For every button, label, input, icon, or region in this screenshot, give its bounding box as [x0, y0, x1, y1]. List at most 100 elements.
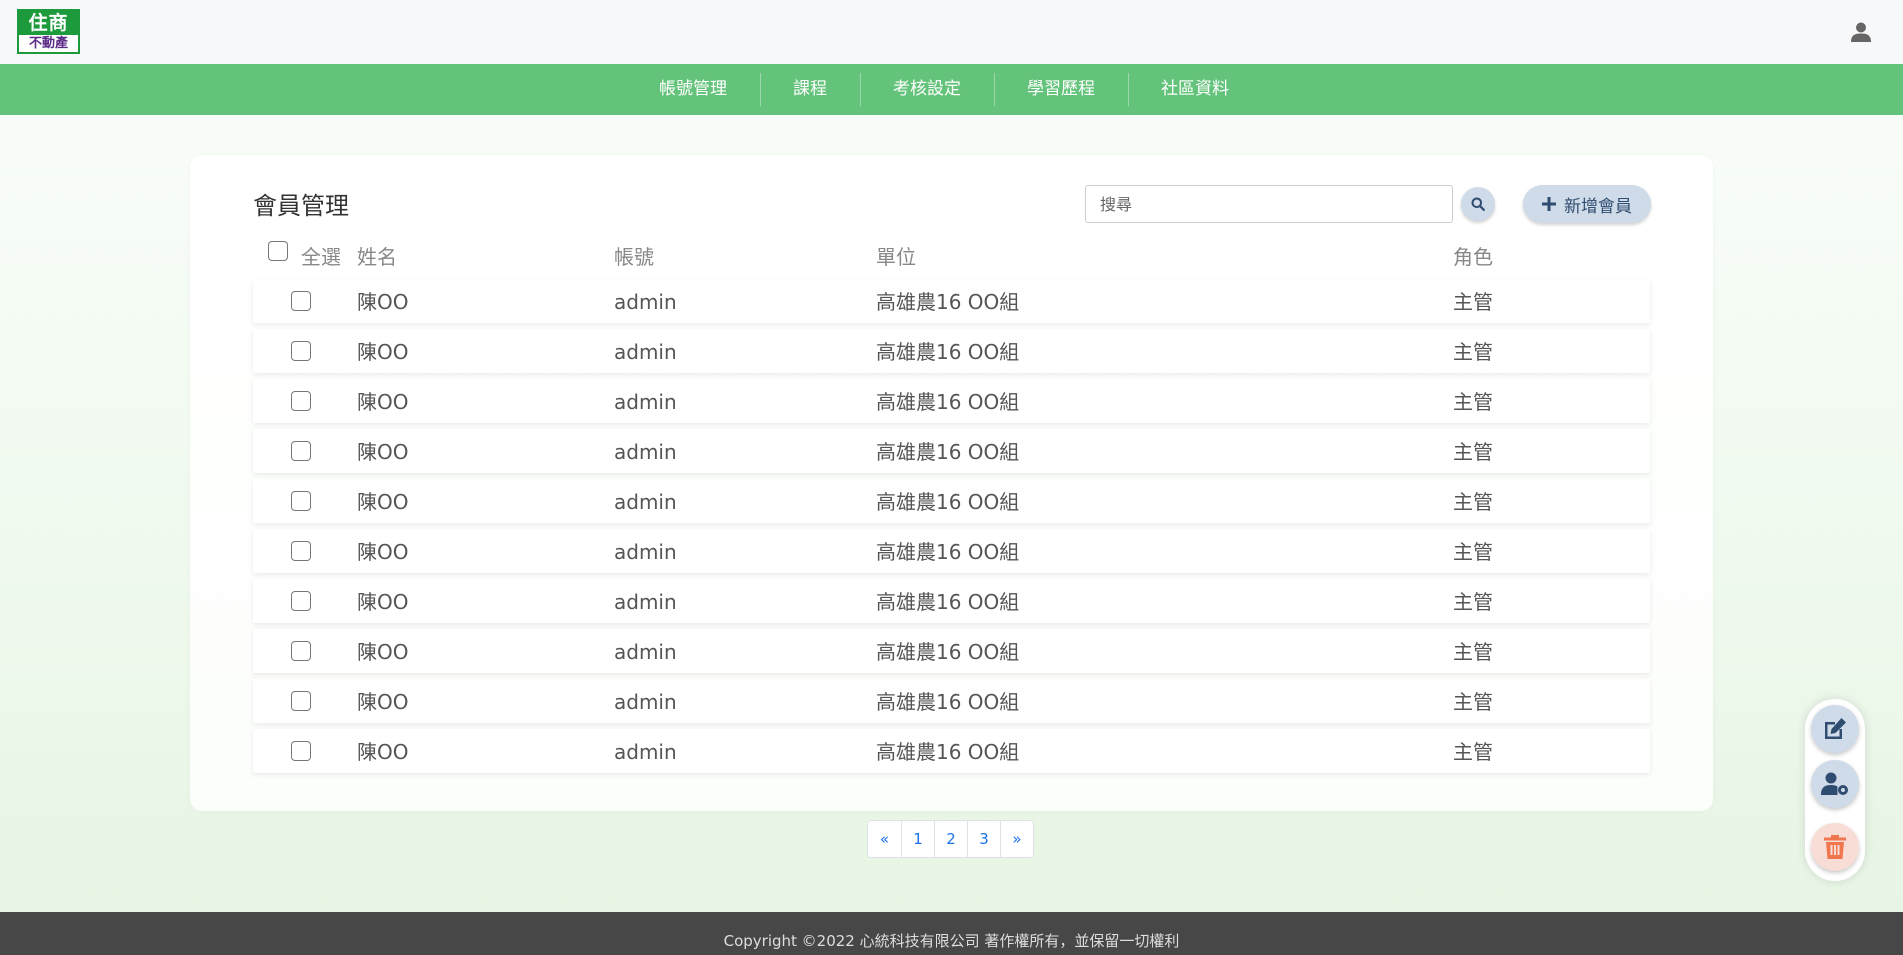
add-member-button[interactable]: 新增會員 [1523, 185, 1651, 223]
cell-name: 陳OO [357, 290, 409, 314]
cell-account: admin [614, 340, 677, 364]
logo-line2: 不動產 [28, 36, 68, 51]
nav-learning-history[interactable]: 學習歷程 [994, 64, 1128, 115]
pagination: « 1 2 3 » [867, 820, 1034, 858]
page-title: 會員管理 [253, 192, 349, 220]
table-row[interactable]: 陳OO admin 高雄農16 OO組 主管 [253, 479, 1650, 523]
cell-role: 主管 [1453, 590, 1493, 614]
table-row[interactable]: 陳OO admin 高雄農16 OO組 主管 [253, 379, 1650, 423]
row-checkbox[interactable] [291, 391, 311, 411]
header-unit: 單位 [876, 245, 916, 269]
cell-unit: 高雄農16 OO組 [876, 590, 1020, 614]
cell-unit: 高雄農16 OO組 [876, 290, 1020, 314]
header-account: 帳號 [614, 245, 654, 269]
search-input[interactable] [1085, 185, 1453, 223]
cell-account: admin [614, 690, 677, 714]
cell-unit: 高雄農16 OO組 [876, 490, 1020, 514]
edit-icon [1825, 718, 1846, 739]
table-row[interactable]: 陳OO admin 高雄農16 OO組 主管 [253, 679, 1650, 723]
cell-role: 主管 [1453, 390, 1493, 414]
trash-icon [1824, 835, 1846, 859]
cell-account: admin [614, 540, 677, 564]
row-checkbox[interactable] [291, 441, 311, 461]
cell-name: 陳OO [357, 390, 409, 414]
user-settings-button[interactable] [1811, 760, 1859, 808]
search-button[interactable] [1461, 187, 1495, 221]
cell-account: admin [614, 590, 677, 614]
edit-button[interactable] [1811, 705, 1859, 753]
cell-name: 陳OO [357, 490, 409, 514]
search-icon [1471, 197, 1485, 211]
table-row[interactable]: 陳OO admin 高雄農16 OO組 主管 [253, 529, 1650, 573]
nav-list: 帳號管理 課程 考核設定 學習歷程 社區資料 [626, 64, 1262, 115]
cell-name: 陳OO [357, 340, 409, 364]
cell-name: 陳OO [357, 540, 409, 564]
row-checkbox[interactable] [291, 541, 311, 561]
cell-role: 主管 [1453, 740, 1493, 764]
cell-unit: 高雄農16 OO組 [876, 740, 1020, 764]
nav-courses[interactable]: 課程 [760, 64, 860, 115]
cell-unit: 高雄農16 OO組 [876, 540, 1020, 564]
header-name: 姓名 [357, 245, 397, 269]
cell-unit: 高雄農16 OO組 [876, 440, 1020, 464]
main-navbar: 帳號管理 課程 考核設定 學習歷程 社區資料 [0, 64, 1903, 115]
cell-account: admin [614, 290, 677, 314]
table-row[interactable]: 陳OO admin 高雄農16 OO組 主管 [253, 279, 1650, 323]
cell-name: 陳OO [357, 640, 409, 664]
cell-role: 主管 [1453, 340, 1493, 364]
delete-button[interactable] [1811, 823, 1859, 871]
top-bar: 住商 不動產 [0, 0, 1903, 64]
cell-name: 陳OO [357, 590, 409, 614]
row-checkbox[interactable] [291, 641, 311, 661]
row-checkbox[interactable] [291, 691, 311, 711]
table-row[interactable]: 陳OO admin 高雄農16 OO組 主管 [253, 579, 1650, 623]
cell-role: 主管 [1453, 490, 1493, 514]
cell-unit: 高雄農16 OO組 [876, 690, 1020, 714]
nav-account-management[interactable]: 帳號管理 [626, 64, 760, 115]
header-role: 角色 [1453, 245, 1493, 269]
add-member-label: 新增會員 [1564, 196, 1632, 217]
cell-unit: 高雄農16 OO組 [876, 640, 1020, 664]
cell-role: 主管 [1453, 540, 1493, 564]
cell-unit: 高雄農16 OO組 [876, 340, 1020, 364]
select-all-label: 全選 [301, 245, 341, 269]
page-2[interactable]: 2 [934, 821, 967, 857]
page-1[interactable]: 1 [901, 821, 934, 857]
user-settings-icon [1821, 772, 1848, 795]
cell-name: 陳OO [357, 690, 409, 714]
footer: Copyright ©2022 心統科技有限公司 著作權所有，並保留一切權利 [0, 912, 1903, 955]
cell-name: 陳OO [357, 740, 409, 764]
footer-copyright: Copyright ©2022 心統科技有限公司 著作權所有，並保留一切權利 [723, 932, 1180, 950]
logo-line1: 住商 [19, 11, 78, 35]
cell-account: admin [614, 490, 677, 514]
cell-name: 陳OO [357, 440, 409, 464]
cell-unit: 高雄農16 OO組 [876, 390, 1020, 414]
page-next[interactable]: » [1000, 821, 1033, 857]
cell-account: admin [614, 740, 677, 764]
floating-action-panel [1805, 699, 1865, 881]
select-all-checkbox[interactable] [268, 241, 288, 261]
cell-role: 主管 [1453, 640, 1493, 664]
row-checkbox[interactable] [291, 591, 311, 611]
cell-account: admin [614, 390, 677, 414]
table-row[interactable]: 陳OO admin 高雄農16 OO組 主管 [253, 329, 1650, 373]
user-icon[interactable] [1850, 21, 1872, 43]
cell-role: 主管 [1453, 690, 1493, 714]
table-row[interactable]: 陳OO admin 高雄農16 OO組 主管 [253, 729, 1650, 773]
cell-role: 主管 [1453, 440, 1493, 464]
row-checkbox[interactable] [291, 491, 311, 511]
row-checkbox[interactable] [291, 291, 311, 311]
cell-account: admin [614, 440, 677, 464]
page-3[interactable]: 3 [967, 821, 1000, 857]
row-checkbox[interactable] [291, 341, 311, 361]
page-prev[interactable]: « [868, 821, 901, 857]
table-row[interactable]: 陳OO admin 高雄農16 OO組 主管 [253, 429, 1650, 473]
nav-assessment-settings[interactable]: 考核設定 [860, 64, 994, 115]
row-checkbox[interactable] [291, 741, 311, 761]
company-logo[interactable]: 住商 不動產 [17, 9, 80, 54]
plus-icon [1542, 197, 1556, 211]
nav-community-data[interactable]: 社區資料 [1128, 64, 1262, 115]
table-row[interactable]: 陳OO admin 高雄農16 OO組 主管 [253, 629, 1650, 673]
cell-role: 主管 [1453, 290, 1493, 314]
cell-account: admin [614, 640, 677, 664]
